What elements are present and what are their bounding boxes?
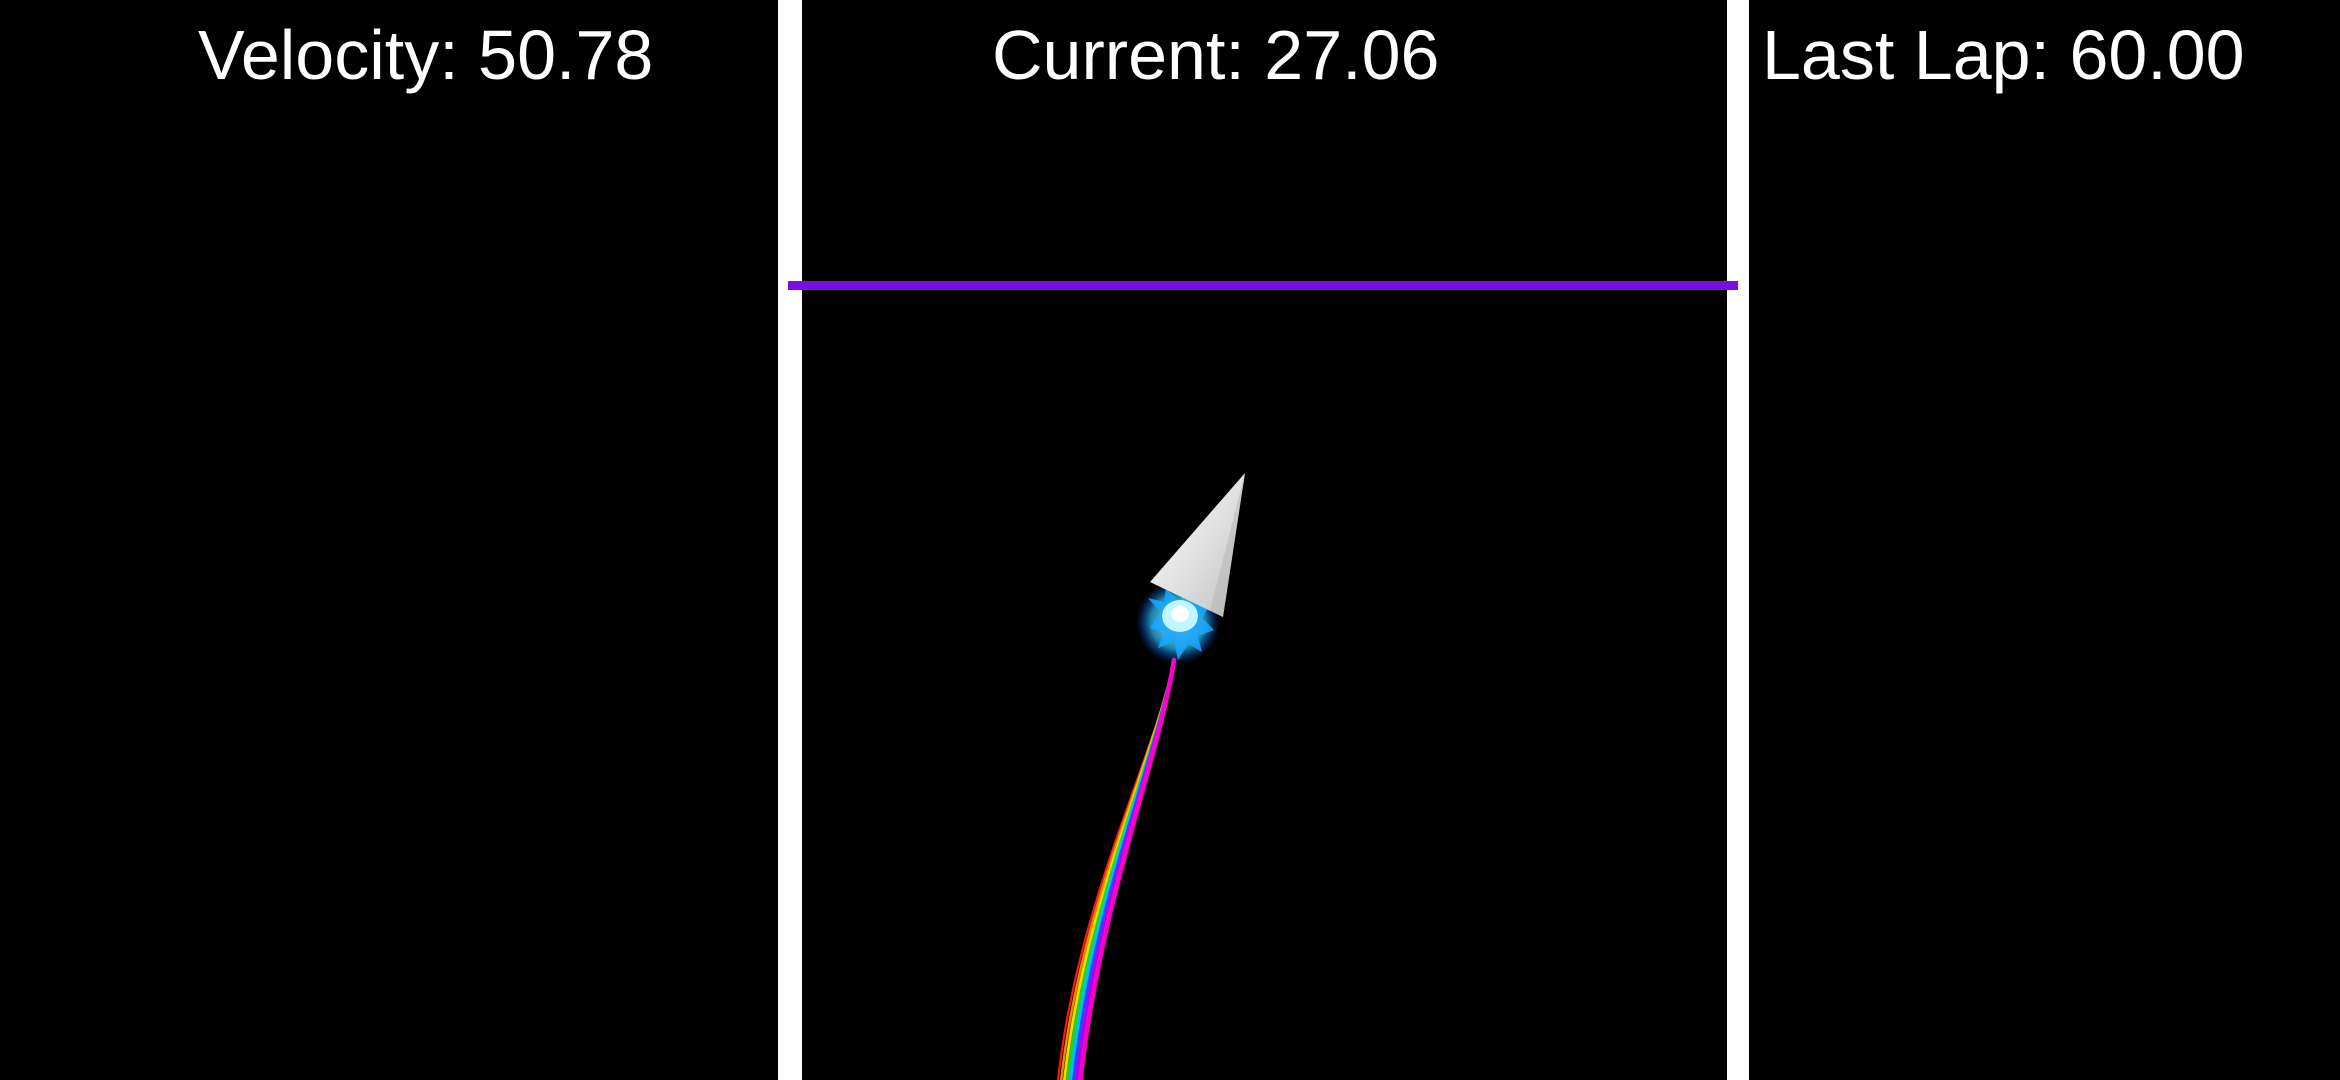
rainbow-trail-icon [1056,657,1177,1080]
velocity-readout: Velocity: 50.78 [198,16,654,94]
finish-line [788,281,1738,290]
current-lap-time: Current: 27.06 [992,16,1440,94]
track-wall-right [1727,0,1749,1080]
game-screen[interactable]: Velocity: 50.78 Current: 27.06 Last Lap:… [0,0,2340,1080]
track-wall-left [778,0,802,1080]
last-lap-time: Last Lap: 60.00 [1762,16,2245,94]
trail-stripe [1078,657,1177,1080]
race-track-scene [778,0,1749,1080]
